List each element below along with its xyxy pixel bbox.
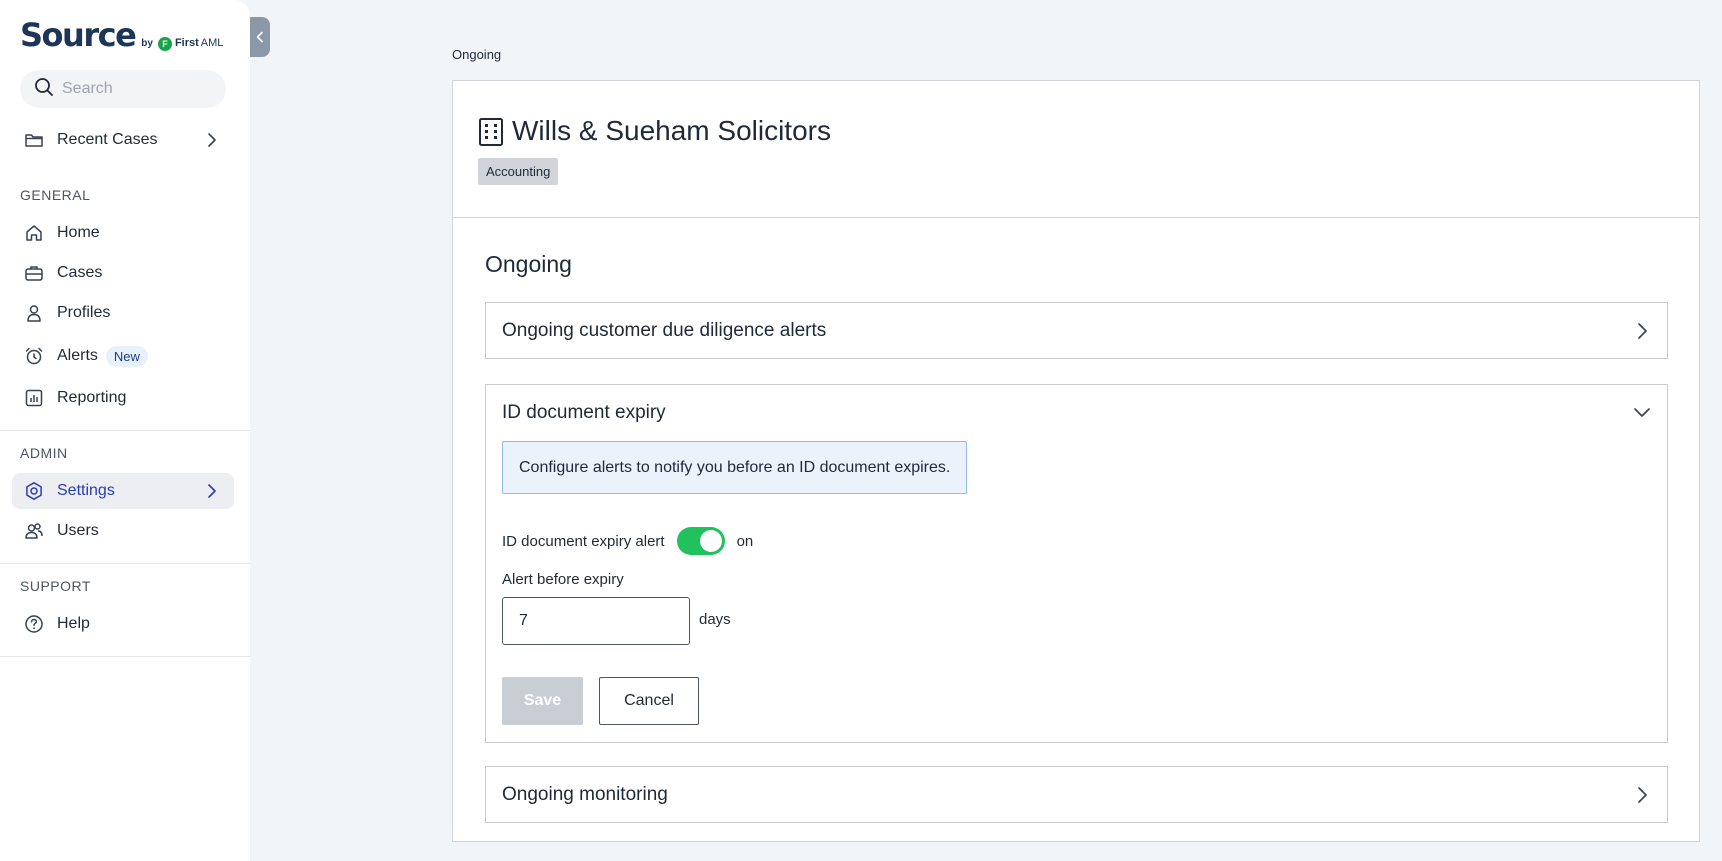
sidebar-item-reporting[interactable]: Reporting [12,380,234,416]
logo-partner-second: AML [200,37,224,49]
sidebar-item-label: Users [57,522,99,539]
sidebar-item-label: Cases [57,264,103,281]
sidebar: Source by F First AML Recent Cases GENER… [0,0,250,861]
toggle-knob [699,530,722,552]
sidebar-item-label: Home [57,224,100,241]
sidebar-item-label: Recent Cases [57,131,158,148]
cancel-button[interactable]: Cancel [599,677,699,725]
search-input[interactable] [62,80,212,98]
save-button[interactable]: Save [502,677,583,725]
new-badge: New [105,345,148,367]
sidebar-item-home[interactable]: Home [12,215,234,251]
breadcrumb[interactable]: Ongoing [452,47,501,62]
search-icon [34,77,54,102]
alarm-clock-icon [23,345,45,367]
sidebar-item-label: Profiles [57,304,111,321]
home-icon [23,222,45,244]
section-label-admin: ADMIN [20,445,68,461]
gear-icon [23,480,45,502]
toggle-state-label: on [736,532,754,550]
main-panel: Wills & Sueham Solicitors Accounting Ong… [452,80,1700,842]
logo[interactable]: Source by F First AML [20,16,223,54]
accordion-title: Ongoing customer due diligence alerts [502,320,827,341]
org-header: Wills & Sueham Solicitors Accounting [453,81,1699,218]
sidebar-item-help[interactable]: Help [12,606,234,642]
sidebar-item-settings[interactable]: Settings [12,473,234,509]
accordion-title: Ongoing monitoring [502,784,668,805]
accordion-id-document-expiry: ID document expiry Configure alerts to n… [485,384,1668,743]
report-chart-icon [23,387,45,409]
sidebar-item-label: Reporting [57,389,127,406]
collapse-sidebar-button[interactable] [250,17,270,57]
briefcase-icon [23,262,45,284]
chevron-right-icon [208,133,216,147]
logo-by: by [141,38,153,49]
accordion-ongoing-cdd-alerts[interactable]: Ongoing customer due diligence alerts [485,302,1668,359]
section-label-general: GENERAL [20,187,91,203]
unit-label: days [699,611,731,628]
sidebar-item-cases[interactable]: Cases [12,255,234,291]
industry-tag: Accounting [478,158,559,185]
accordion-title[interactable]: ID document expiry [502,402,666,424]
accordion-ongoing-monitoring[interactable]: Ongoing monitoring [485,766,1668,823]
chevron-down-icon[interactable] [1633,403,1651,421]
sidebar-divider [0,563,250,564]
chevron-right-icon [208,484,216,498]
expiry-alert-toggle-row: ID document expiry alert on [502,527,753,555]
logo-wordmark: Source [20,16,137,54]
first-aml-logo-icon: F [157,37,172,51]
logo-partner-first: First [174,37,199,49]
chevron-left-icon [256,31,263,43]
chevron-right-icon [1638,787,1647,803]
expiry-alert-toggle[interactable] [676,527,725,555]
section-label-support: SUPPORT [20,578,91,594]
alert-before-expiry-label: Alert before expiry [502,571,624,588]
help-circle-icon [23,613,45,635]
sidebar-item-label: Alerts [57,347,98,364]
building-icon [479,118,503,146]
sidebar-item-recent-cases[interactable]: Recent Cases [12,122,234,158]
section-title: Ongoing [485,251,572,277]
sidebar-item-label: Help [57,615,90,632]
alert-before-expiry-input[interactable] [502,597,690,645]
users-icon [23,520,45,542]
sidebar-divider [0,430,250,431]
org-name: Wills & Sueham Solicitors [512,115,831,146]
sidebar-item-label: Settings [57,482,115,499]
sidebar-item-profiles[interactable]: Profiles [12,295,234,331]
sidebar-divider [0,656,250,657]
folder-icon [23,129,45,151]
sidebar-item-alerts[interactable]: Alerts New [12,338,234,374]
search-box[interactable] [20,70,226,108]
chevron-right-icon [1638,323,1647,339]
sidebar-item-users[interactable]: Users [12,513,234,549]
person-icon [23,302,45,324]
toggle-label: ID document expiry alert [502,532,665,550]
info-notice: Configure alerts to notify you before an… [502,441,967,494]
